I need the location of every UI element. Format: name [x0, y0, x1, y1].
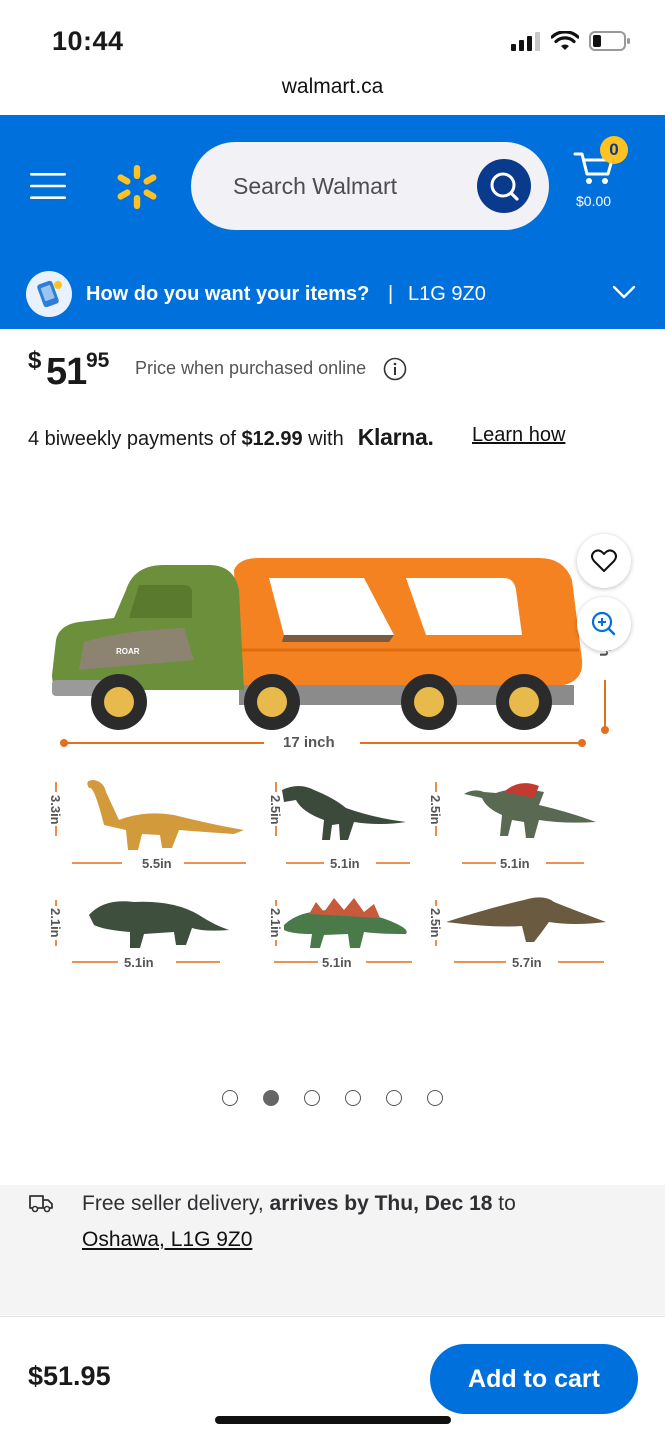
wifi-icon [551, 31, 579, 50]
truck-cab: ROAR [52, 565, 244, 696]
heart-icon [591, 549, 617, 572]
dino-height-3: 2.5in [428, 795, 443, 825]
dino-length-2: 5.1in [330, 856, 360, 871]
price-whole: 51 [46, 351, 87, 393]
signal-icon [511, 32, 540, 51]
chevron-down-icon[interactable] [612, 284, 636, 300]
url-text: walmart.ca [281, 75, 384, 98]
dino-height-1: 3.3in [48, 795, 63, 825]
walmart-spark-icon[interactable] [113, 163, 161, 211]
truck-icon [29, 1195, 53, 1213]
image-carousel-dots [222, 1090, 443, 1106]
menu-icon[interactable] [30, 172, 66, 200]
status-icons [511, 30, 631, 52]
favorite-button[interactable] [577, 534, 631, 588]
dino-brachiosaurus [87, 780, 244, 850]
carousel-dot[interactable] [427, 1090, 443, 1106]
battery-icon [589, 31, 630, 51]
dino-stegosaurus [284, 898, 407, 948]
dino-length-3: 5.1in [500, 856, 530, 871]
carousel-dot[interactable] [222, 1090, 238, 1106]
delivery-icon [26, 271, 72, 317]
truck-roar-label: ROAR [116, 647, 140, 656]
delivery-selector[interactable]: How do you want your items? | L1G 9Z0 [0, 258, 665, 328]
dino-spinosaurus [464, 783, 596, 838]
bottom-price: $51.95 [28, 1361, 111, 1391]
status-time: 10:44 [52, 26, 124, 56]
klarna-prefix: 4 biweekly payments of [28, 428, 242, 450]
shipping-prefix: Free seller delivery, [82, 1192, 270, 1215]
zoom-in-icon [591, 611, 616, 636]
shipping-text: Free seller delivery, arrives by Thu, De… [82, 1192, 516, 1216]
search-icon [490, 172, 519, 201]
status-bar: 10:44 [0, 0, 665, 75]
search-field[interactable]: Search Walmart [191, 142, 549, 230]
cart-total: $0.00 [576, 193, 612, 209]
price-note: Price when purchased online [135, 358, 367, 378]
dino-trex [282, 786, 406, 840]
dino-length-1: 5.5in [142, 856, 172, 871]
dino-height-6: 2.5in [428, 908, 443, 938]
dino-height-4: 2.1in [48, 908, 63, 938]
delivery-separator: | [388, 283, 394, 305]
dino-length-4: 5.1in [124, 955, 154, 970]
shipping-arrival: arrives by Thu, Dec 18 [269, 1192, 493, 1215]
carousel-dot[interactable] [304, 1090, 320, 1106]
product-image[interactable]: ROAR 17 inch nch [34, 530, 634, 990]
cart-count-badge: 0 [600, 136, 628, 164]
klarna-installments: 4 biweekly payments of $12.99 with Klarna… [28, 424, 434, 451]
info-icon[interactable] [383, 357, 407, 381]
search-input[interactable]: Search Walmart [233, 173, 397, 200]
shipping-address-link[interactable]: Oshawa, L1G 9Z0 [82, 1228, 252, 1252]
klarna-suffix: with [302, 428, 344, 450]
truck-length-label: 17 inch [283, 734, 335, 751]
dino-length-5: 5.1in [322, 955, 352, 970]
cart-button[interactable]: 0 $0.00 [572, 136, 632, 212]
klarna-logo: Klarna. [357, 424, 434, 450]
postal-code: L1G 9Z0 [408, 283, 486, 305]
delivery-question: How do you want your items? [86, 283, 370, 305]
dino-pterodactyl [446, 897, 606, 942]
carousel-dot[interactable] [345, 1090, 361, 1106]
add-to-cart-button[interactable]: Add to cart [430, 1344, 638, 1414]
dino-triceratops [89, 901, 229, 948]
carousel-dot[interactable] [386, 1090, 402, 1106]
price-cents: 95 [86, 349, 110, 372]
carousel-dot[interactable] [263, 1090, 279, 1106]
home-indicator[interactable] [215, 1416, 451, 1424]
klarna-amount: $12.99 [241, 428, 303, 450]
url-bar[interactable]: walmart.ca [0, 75, 665, 115]
klarna-learn-how-link[interactable]: Learn how [472, 424, 565, 447]
zoom-button[interactable] [577, 597, 631, 651]
price-symbol: $ [28, 347, 42, 374]
dino-height-2: 2.5in [268, 795, 283, 825]
shipping-suffix: to [492, 1192, 516, 1215]
dino-length-6: 5.7in [512, 955, 542, 970]
dino-height-5: 2.1in [268, 908, 283, 938]
search-button[interactable] [477, 159, 531, 213]
